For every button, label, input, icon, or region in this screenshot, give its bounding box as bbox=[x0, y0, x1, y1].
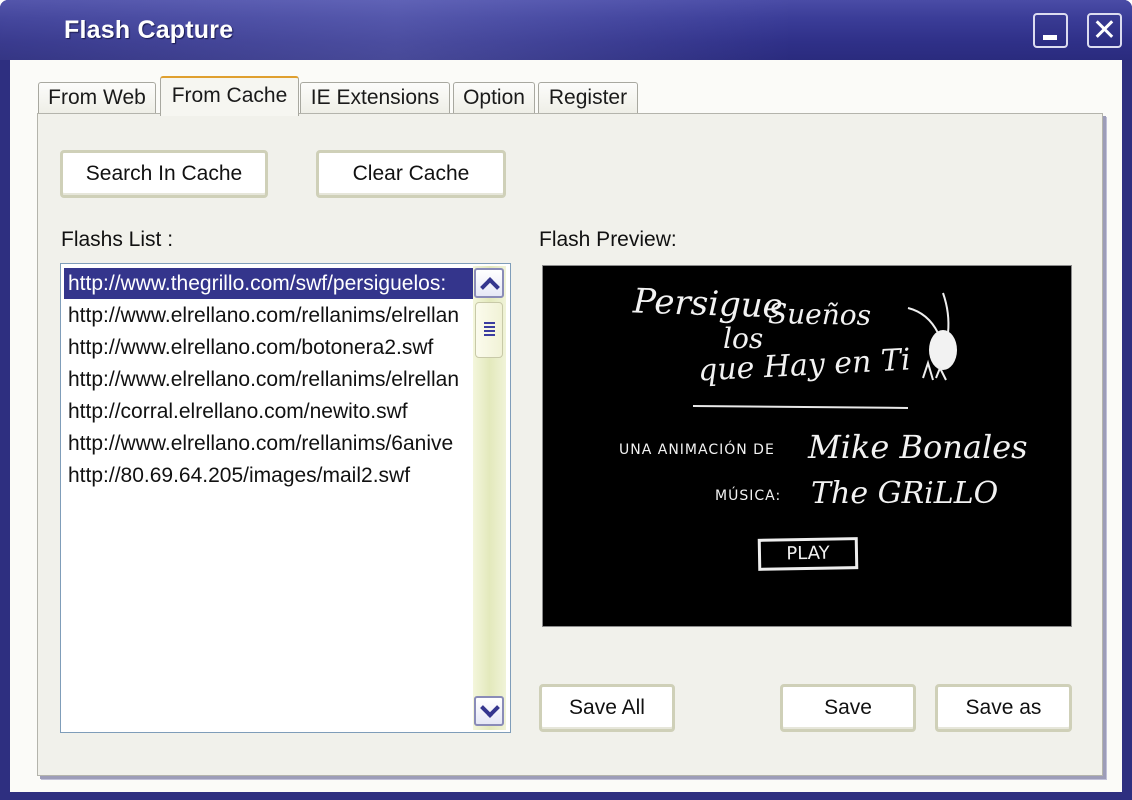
list-item[interactable]: http://80.69.64.205/images/mail2.swf bbox=[64, 460, 474, 491]
scroll-thumb[interactable] bbox=[475, 302, 503, 358]
preview-title-suenos: Sueños bbox=[767, 297, 872, 332]
chevron-up-icon bbox=[480, 277, 500, 297]
close-button[interactable]: ✕ bbox=[1087, 13, 1122, 48]
list-item[interactable]: http://www.thegrillo.com/swf/persiguelos… bbox=[64, 268, 474, 299]
title-bar[interactable]: Flash Capture ✕ bbox=[0, 0, 1132, 60]
tab-option[interactable]: Option bbox=[453, 82, 535, 114]
flash-preview[interactable]: Persigue Sueños los que Hay en Ti UNA AN… bbox=[542, 265, 1072, 627]
list-item[interactable]: http://www.elrellano.com/rellanims/elrel… bbox=[64, 300, 474, 331]
tab-ie-extensions[interactable]: IE Extensions bbox=[300, 82, 450, 114]
minimize-button[interactable] bbox=[1033, 13, 1068, 48]
chevron-down-icon bbox=[480, 698, 500, 718]
close-icon: ✕ bbox=[1091, 13, 1118, 48]
window-title: Flash Capture bbox=[64, 16, 234, 44]
list-scrollbar[interactable] bbox=[473, 266, 506, 730]
grip-icon bbox=[484, 322, 495, 324]
tab-from-web[interactable]: From Web bbox=[38, 82, 156, 114]
preview-music-prefix: MÚSICA: bbox=[715, 488, 782, 504]
flash-preview-label: Flash Preview: bbox=[539, 228, 677, 251]
preview-title-persigue: Persigue bbox=[632, 281, 784, 327]
flashs-list-label: Flashs List : bbox=[61, 228, 174, 251]
tab-from-cache[interactable]: From Cache bbox=[160, 76, 299, 116]
scroll-up-button[interactable] bbox=[474, 268, 504, 298]
grip-icon bbox=[484, 330, 495, 332]
app-window: Flash Capture ✕ From Web From Cache IE E… bbox=[0, 0, 1132, 800]
save-button[interactable]: Save bbox=[780, 684, 916, 732]
tab-register[interactable]: Register bbox=[538, 82, 638, 114]
grip-icon bbox=[484, 334, 495, 336]
preview-credit-prefix: UNA ANIMACIÓN DE bbox=[619, 442, 775, 458]
preview-play-button[interactable]: PLAY bbox=[757, 537, 859, 571]
grip-icon bbox=[484, 326, 495, 328]
preview-music-name: The GRiLLO bbox=[811, 476, 999, 511]
list-item[interactable]: http://www.elrellano.com/botonera2.swf bbox=[64, 332, 474, 363]
list-item[interactable]: http://www.elrellano.com/rellanims/6aniv… bbox=[64, 428, 474, 459]
flashs-list[interactable]: http://www.thegrillo.com/swf/persiguelos… bbox=[60, 263, 511, 733]
scroll-down-button[interactable] bbox=[474, 696, 504, 726]
clear-cache-button[interactable]: Clear Cache bbox=[316, 150, 506, 198]
save-as-button[interactable]: Save as bbox=[935, 684, 1072, 732]
preview-credit-name: Mike Bonales bbox=[808, 428, 1028, 466]
minimize-icon bbox=[1043, 35, 1057, 40]
save-all-button[interactable]: Save All bbox=[539, 684, 675, 732]
cricket-icon bbox=[907, 292, 957, 381]
list-item[interactable]: http://corral.elrellano.com/newito.swf bbox=[64, 396, 474, 427]
search-in-cache-button[interactable]: Search In Cache bbox=[60, 150, 268, 198]
list-item[interactable]: http://www.elrellano.com/rellanims/elrel… bbox=[64, 364, 474, 395]
preview-divider bbox=[692, 405, 909, 409]
